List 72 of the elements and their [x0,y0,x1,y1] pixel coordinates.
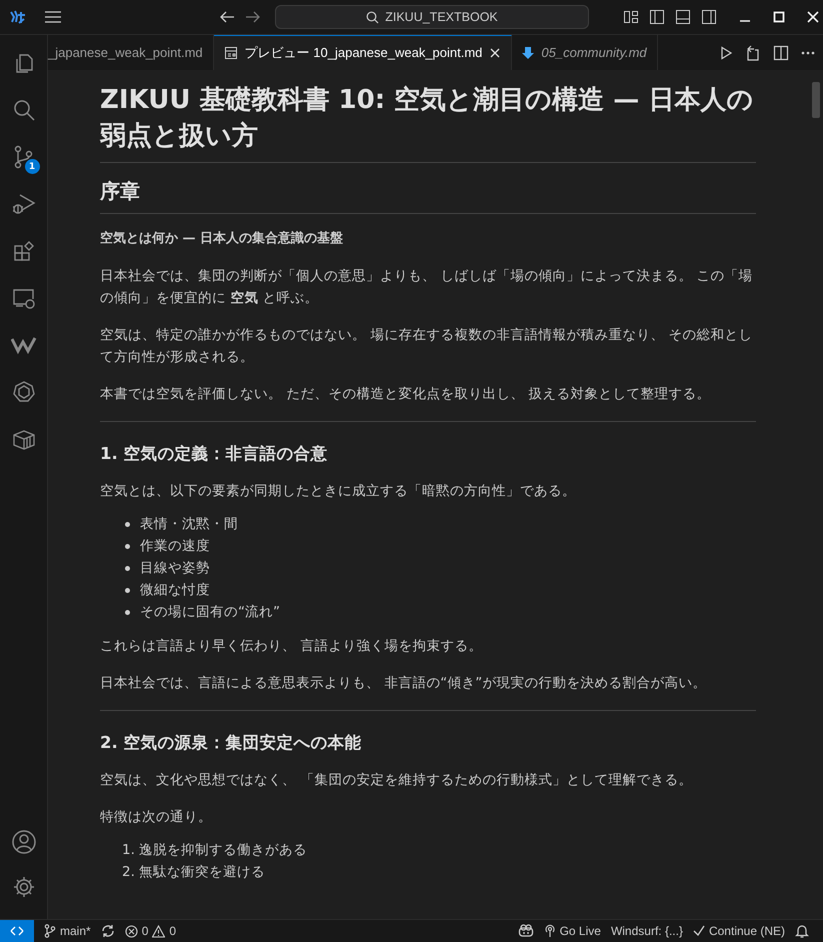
problems-button[interactable]: 0 0 [124,924,176,938]
paragraph: 空気は、特定の誰かが作るものではない。 場に存在する複数の非言語情報が積み重なり、 その総和として方向性が形成される。 [100,326,754,367]
document-title: ZIKUU 基礎教科書 10: 空気と潮目の構造 — 日本人の弱点と扱い方 [100,82,756,163]
toggle-panel-icon[interactable] [675,9,691,25]
bullet-icon [125,588,130,592]
bold-paragraph: 空気とは何か — 日本人の集合意識の基盤 [100,230,344,248]
sync-icon[interactable] [100,924,115,938]
branch-icon [44,924,56,938]
command-search-field[interactable]: ZIKUU_TEXTBOOK [275,5,589,29]
paragraph: これらは言語より早く伝わり、 言語より強く場を拘束する。 [100,637,484,656]
close-icon[interactable] [489,47,502,59]
branch-button[interactable]: main* [44,924,91,938]
editor-tab[interactable]: _japanese_weak_point.md [48,35,214,70]
status-item[interactable]: Windsurf: {...} [610,924,683,938]
section-heading: 1. 空気の定義：非言語の合意 [100,443,328,465]
paragraph: 空気とは、以下の要素が同期したときに成立する「暗黙の方向性」である。 [100,482,577,501]
menu-icon[interactable] [45,11,61,23]
run-debug-icon[interactable] [12,192,36,216]
scrollbar[interactable] [812,82,820,118]
list-item: 表情・沈黙・間 [140,515,238,534]
bullet-icon [125,566,130,570]
bell-icon[interactable] [795,924,809,938]
status-item[interactable]: Go Live [544,924,601,938]
remote-icon [10,925,24,937]
settings-icon[interactable] [12,875,36,899]
notification-badge: 1 [24,159,40,174]
paragraph: 空気は、文化や思想ではなく、 「集団の安定を維持するための行動様式」として理解できる。 [100,771,694,790]
list-number: 2. [122,863,135,882]
copilot-icon[interactable] [518,924,534,938]
broadcast-icon [544,924,556,938]
remote-button[interactable] [0,920,34,942]
warning-icon [152,924,166,938]
paragraph: 日本社会では、集団の判断が「個人の意思」よりも、 しばしば「場の傾向」によって決まる。 この「場の傾向」を便宜的に 空気 と呼ぶ。 [100,267,754,308]
section-heading: 2. 空気の源泉：集団安定への本能 [100,732,362,754]
extensions-icon[interactable] [12,238,36,262]
paragraph: 本書では空気を評価しない。 ただ、その構造と変化点を取り出し、 扱える対象として整理する。 [100,385,712,404]
list-item: 微細な忖度 [140,581,210,600]
search-icon [366,10,380,24]
list-item: 逸脱を抑制する働きがある [138,841,307,860]
download-arrow-icon [522,46,534,60]
editor-tab[interactable]: プレビュー 10_japanese_weak_point.md [214,35,512,70]
forward-arrow-icon[interactable] [245,10,261,24]
check-icon [692,925,705,937]
error-icon [124,924,138,938]
close-icon[interactable] [807,11,819,23]
back-arrow-icon[interactable] [219,10,235,24]
bullet-icon [125,544,130,548]
status-item[interactable]: Continue (NE) [692,924,785,938]
paragraph: 日本社会では、言語による意思表示よりも、 非言語の“傾き”が現実の行動を決める割合が高い。 [100,674,708,693]
list-item: 作業の速度 [140,537,210,556]
list-number: 1. [122,841,135,860]
preview-icon [224,46,238,60]
list-item: 目線や姿勢 [140,559,210,578]
search-icon[interactable] [12,98,36,122]
list-item: その場に固有の“流れ” [140,603,280,622]
run-icon[interactable] [719,46,733,60]
toggle-secondary-sidebar-icon[interactable] [701,9,717,25]
open-source-icon[interactable] [745,44,761,60]
account-icon[interactable] [10,829,36,855]
split-editor-icon[interactable] [773,44,789,60]
w-logo-icon[interactable] [10,334,36,354]
bullet-icon [125,522,130,526]
section-heading: 序章 [100,177,756,214]
paragraph: 特徴は次の通り。 [100,808,213,827]
more-icon[interactable] [801,50,815,54]
maximize-icon[interactable] [773,11,785,23]
toggle-sidebar-icon[interactable] [649,9,665,25]
ring-icon[interactable] [12,380,36,404]
bullet-icon [125,610,130,614]
app-logo-icon [9,8,27,26]
list-item: 無駄な衝突を避ける [138,863,265,882]
customize-layout-icon[interactable] [623,9,639,25]
